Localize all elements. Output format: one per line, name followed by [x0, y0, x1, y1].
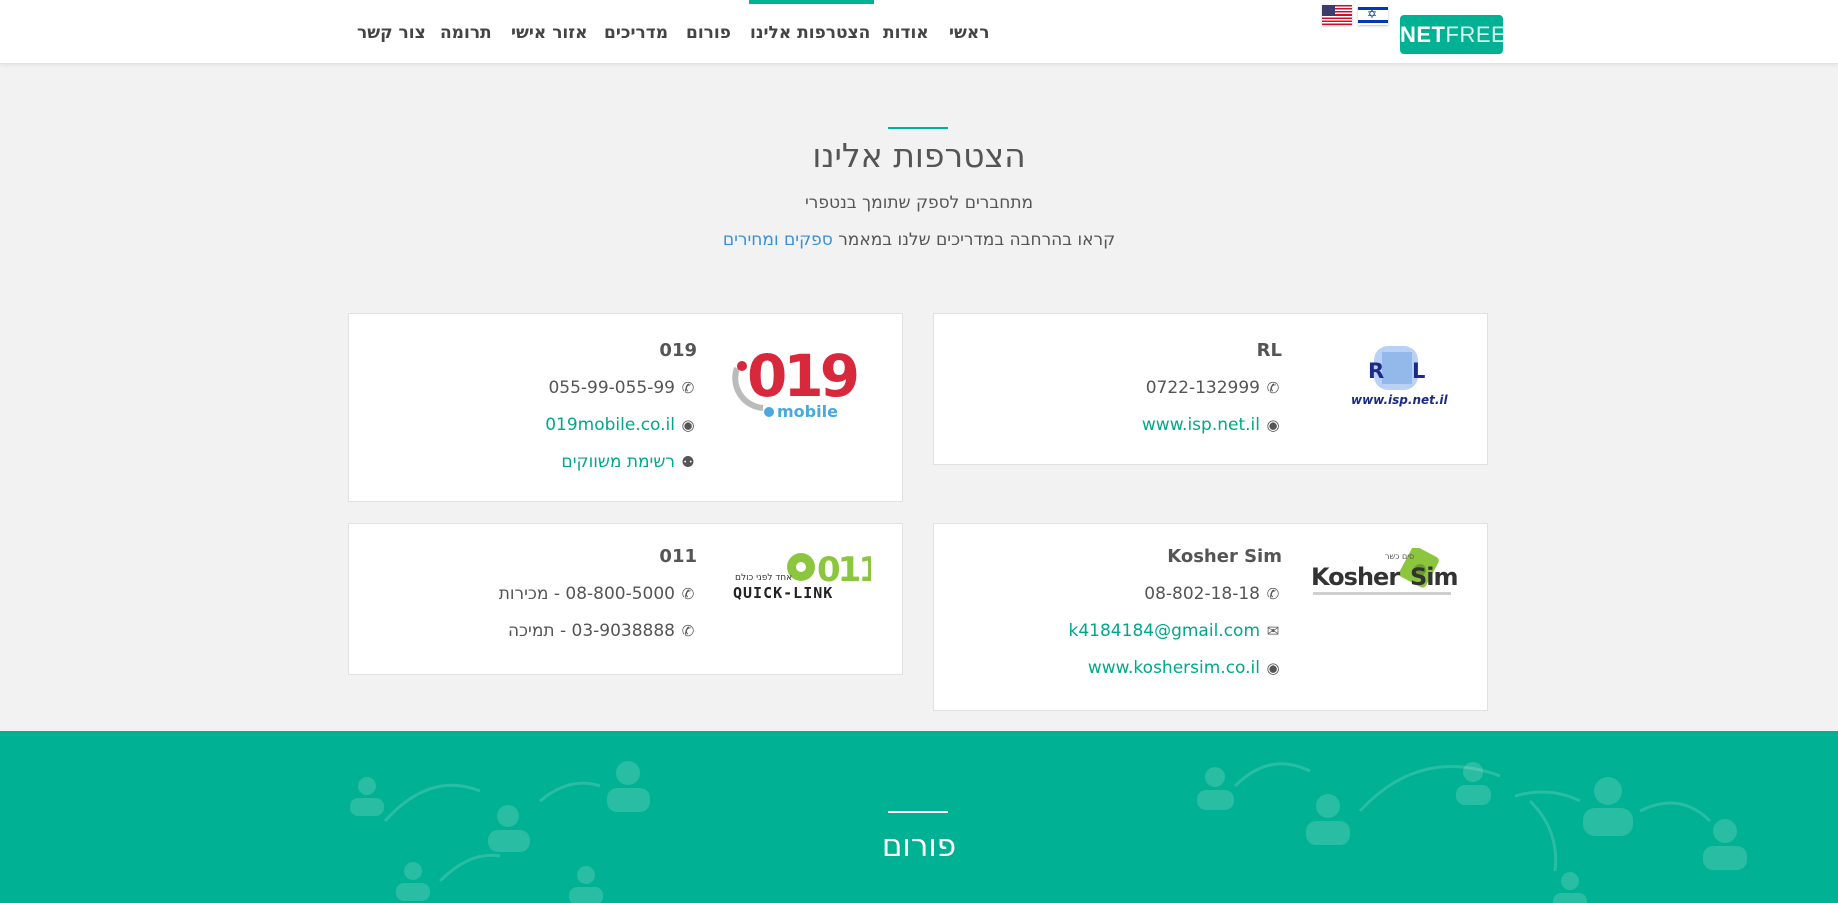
globe-icon: ◉	[681, 416, 695, 434]
rl-logo: R L www.isp.net.il	[1344, 342, 1459, 410]
kosher-sim-email-link[interactable]: k4184184@gmail.com	[1069, 621, 1260, 641]
019-logo-main: 019	[747, 342, 857, 410]
title-accent-line	[888, 127, 948, 129]
nav-item-about[interactable]: אודות	[883, 22, 929, 44]
nav-item-personal-area[interactable]: אזור אישי	[511, 22, 587, 44]
019-phone-row: ✆ 055-99-055-99	[545, 377, 697, 399]
forum-accent-line	[888, 811, 948, 813]
011-sales-row: ✆ 08-800-5000 - מכירות	[499, 583, 697, 605]
rl-site-row: ◉ www.isp.net.il	[1142, 414, 1282, 436]
kosher-sim-logo-top: סים כשר	[1385, 552, 1414, 561]
kosher-sim-site-row: ◉ www.koshersim.co.il	[1069, 657, 1282, 679]
phone-icon: ✆	[681, 622, 695, 640]
rl-phone: 0722-132999	[1145, 378, 1260, 398]
011-logo: 011 אחד לפני כולם QUICK-LINK	[731, 550, 883, 606]
phone-icon: ✆	[1266, 585, 1280, 603]
svg-text:R: R	[1368, 359, 1384, 383]
users-icon: ⚉	[681, 453, 695, 471]
nav-item-home[interactable]: ראשי	[949, 22, 990, 44]
019-name: 019	[659, 340, 697, 361]
rl-phone-row: ✆ 0722-132999	[1142, 377, 1282, 399]
011-sales-phone: 08-800-5000 - מכירות	[498, 584, 675, 604]
kosher-sim-phone: 08-802-18-18	[1144, 584, 1260, 604]
read-more-prefix: קראו בהרחבה במדריכים שלנו במאמר	[838, 230, 1116, 250]
page-title: הצטרפות אלינו	[812, 136, 1026, 175]
kosher-sim-site-link[interactable]: www.koshersim.co.il	[1088, 658, 1260, 678]
provider-card-rl: R L www.isp.net.il RL ✆0722-132999 ◉www.…	[933, 313, 1488, 465]
page-subtitle: מתחברים לספק שתומך בנטפרי	[804, 193, 1034, 213]
kosher-sim-email-row: ✉ k4184184@gmail.com	[1069, 620, 1282, 642]
nav-item-donation[interactable]: תרומה	[440, 22, 492, 44]
forum-section	[0, 731, 1838, 903]
globe-icon: ◉	[1266, 659, 1280, 677]
top-navbar: צור קשר תרומה אזור אישי מדריכים פורום הצ…	[0, 0, 1838, 64]
us-flag-icon[interactable]	[1322, 5, 1352, 25]
nav-active-indicator	[749, 0, 874, 4]
forum-title: פורום	[881, 828, 957, 864]
globe-icon: ◉	[1266, 416, 1280, 434]
phone-icon: ✆	[681, 585, 695, 603]
011-info: 011 ✆ 08-800-5000 - מכירות ✆ 03-9038888 - …	[499, 546, 697, 642]
019-resellers-link[interactable]: רשימת משווקים	[561, 452, 675, 472]
011-name: 011	[659, 546, 697, 567]
011-support-phone: 03-9038888 - תמיכה	[507, 621, 675, 641]
nav-item-contact[interactable]: צור קשר	[357, 22, 426, 44]
019-logo: 019 mobile	[729, 338, 879, 421]
019-site-link[interactable]: 019mobile.co.il	[545, 415, 675, 435]
rl-info: RL ✆ 0722-132999 ◉ www.isp.net.il	[1142, 340, 1282, 436]
netfree-logo[interactable]: NETFREE	[1400, 15, 1506, 54]
011-logo-sub: QUICK-LINK	[733, 584, 833, 602]
kosher-sim-name: Kosher Sim	[1167, 546, 1282, 567]
envelope-icon: ✉	[1266, 622, 1280, 640]
011-support-row: ✆ 03-9038888 - תמיכה	[499, 620, 697, 642]
read-more-text: קראו בהרחבה במדריכים שלנו במאמר ספקים ומ…	[619, 229, 1219, 251]
kosher-sim-logo: סים כשר Kosher Sim	[1309, 546, 1459, 606]
rl-name: RL	[1256, 340, 1282, 361]
providers-prices-link[interactable]: ספקים ומחירים	[723, 230, 833, 250]
011-logo-tag: אחד לפני כולם	[735, 573, 792, 583]
kosher-sim-phone-row: ✆ 08-802-18-18	[1069, 583, 1282, 605]
kosher-sim-logo-word1: Kosher	[1311, 563, 1400, 591]
kosher-sim-logo-word2: Sim	[1410, 563, 1458, 591]
community-background-icon	[350, 761, 1747, 903]
phone-icon: ✆	[681, 379, 695, 397]
phone-icon: ✆	[1266, 379, 1280, 397]
019-phone: 055-99-055-99	[548, 378, 675, 398]
019-logo-sub: mobile	[777, 402, 838, 418]
israel-flag-icon[interactable]: ✡	[1358, 5, 1388, 25]
019-site-row: ◉ 019mobile.co.il	[545, 414, 697, 436]
019-resellers-row: ⚉ רשימת משווקים	[545, 451, 697, 473]
nav-item-guides[interactable]: מדריכים	[604, 22, 668, 44]
provider-card-019: 019 mobile 019 ✆055-99-055-99 ◉019mobile…	[348, 313, 903, 502]
rl-logo-text: www.isp.net.il	[1351, 393, 1449, 407]
nav-item-join-us[interactable]: הצטרפות אלינו	[750, 22, 870, 44]
svg-text:L: L	[1412, 359, 1425, 383]
provider-card-011: 011 אחד לפני כולם QUICK-LINK 011 ✆ 08-800…	[348, 523, 903, 675]
kosher-sim-info: Kosher Sim ✆ 08-802-18-18 ✉ k4184184@gmail…	[1069, 546, 1282, 679]
rl-site-link[interactable]: www.isp.net.il	[1142, 415, 1260, 435]
nav-item-forum[interactable]: פורום	[686, 22, 731, 44]
019-info: 019 ✆ 055-99-055-99 ◉ 019mobile.co.il ⚉ רשי…	[545, 340, 697, 473]
provider-card-kosher-sim: סים כשר Kosher Sim Kosher Sim ✆ 08-802-18…	[933, 523, 1488, 711]
